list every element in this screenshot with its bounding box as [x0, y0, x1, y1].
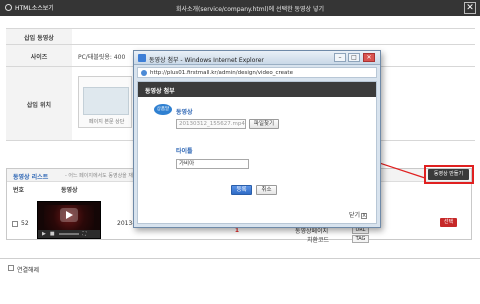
- submit-button[interactable]: 등록: [231, 185, 252, 195]
- find-file-button[interactable]: 파일찾기: [249, 119, 279, 129]
- dialog-header-title: 동영상 첨부: [145, 88, 175, 95]
- dialog-header: 동영상 첨부: [138, 82, 376, 97]
- page-icon: [141, 70, 147, 76]
- video-attach-dialog: 동영상 첨부 - Windows Internet Explorer – □ ✕…: [133, 50, 381, 228]
- dialog-titlebar: 동영상 첨부 - Windows Internet Explorer – □ ✕: [134, 51, 380, 65]
- dialog-close-button[interactable]: ✕: [363, 53, 375, 62]
- speech-bubble-icon: 상품말: [154, 104, 172, 115]
- close-x-icon[interactable]: X: [361, 213, 368, 219]
- cancel-button[interactable]: 취소: [256, 185, 277, 195]
- ie-icon: [138, 54, 146, 62]
- address-url: http://plus01.firstmall.kr/admin/design/…: [150, 70, 293, 76]
- maximize-button[interactable]: □: [348, 53, 360, 62]
- dialog-close-link[interactable]: 닫기 X: [349, 210, 368, 219]
- video-field-label: 동영상: [176, 109, 193, 116]
- video-file-input[interactable]: 20130312_155627.mp4: [176, 119, 246, 129]
- title-field-label: 타이틀: [176, 148, 193, 155]
- dialog-title: 동영상 첨부 - Windows Internet Explorer: [149, 57, 264, 64]
- address-bar[interactable]: http://plus01.firstmall.kr/admin/design/…: [137, 67, 377, 78]
- dialog-body: 동영상 첨부 상품말 동영상 20130312_155627.mp4 파일찾기 …: [137, 81, 377, 224]
- minimize-button[interactable]: –: [334, 53, 346, 62]
- close-link-label: 닫기: [349, 212, 361, 219]
- title-input[interactable]: 가비아: [176, 159, 249, 169]
